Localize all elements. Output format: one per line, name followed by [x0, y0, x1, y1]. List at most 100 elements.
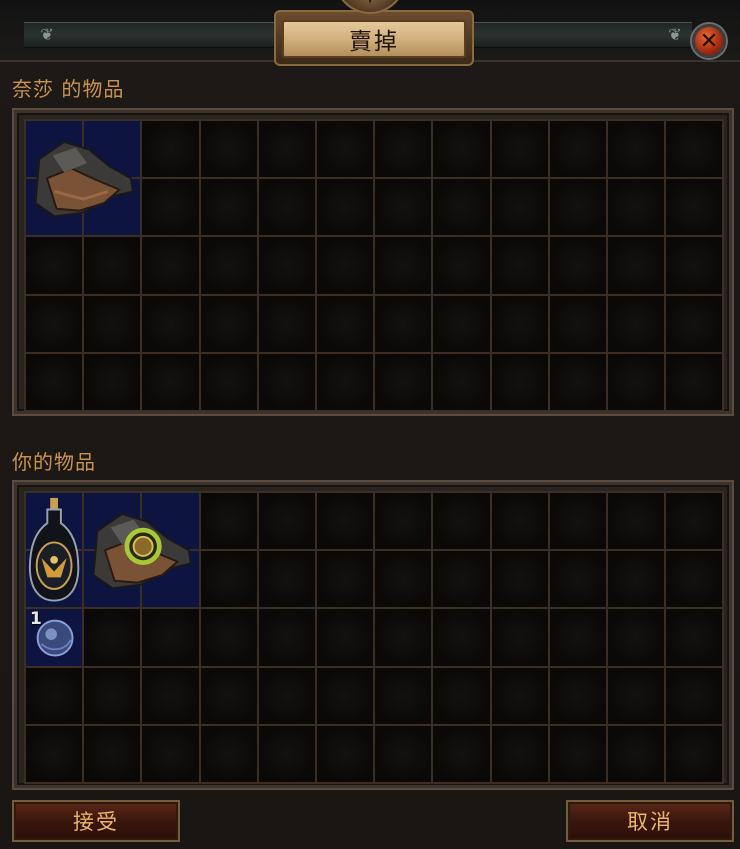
inventory-slot[interactable] [374, 236, 433, 295]
inventory-slot[interactable] [315, 294, 375, 353]
inventory-slot[interactable] [199, 236, 258, 295]
accept-button[interactable]: 接受 [12, 800, 180, 842]
inventory-slot[interactable] [432, 666, 491, 725]
inventory-slot[interactable] [199, 294, 258, 353]
inventory-slot[interactable] [548, 550, 607, 609]
inventory-slot[interactable] [432, 178, 491, 237]
inventory-slot[interactable] [606, 724, 666, 783]
inventory-slot[interactable] [548, 120, 607, 179]
inventory-slot[interactable] [665, 550, 724, 609]
boots-icon[interactable] [26, 121, 140, 235]
inventory-slot[interactable] [374, 550, 433, 609]
cancel-button[interactable]: 取消 [566, 800, 734, 842]
inventory-slot[interactable] [25, 236, 84, 295]
inventory-slot[interactable] [199, 352, 258, 411]
inventory-slot[interactable] [665, 492, 724, 551]
inventory-slot[interactable] [257, 492, 316, 551]
inventory-slot[interactable] [606, 352, 666, 411]
inventory-slot[interactable] [257, 724, 316, 783]
inventory-slot[interactable] [199, 724, 258, 783]
inventory-slot[interactable] [606, 120, 666, 179]
inventory-slot[interactable] [315, 492, 375, 551]
inventory-slot[interactable] [374, 294, 433, 353]
inventory-slot[interactable] [83, 724, 142, 783]
inventory-slot[interactable] [606, 294, 666, 353]
inventory-slot[interactable] [374, 724, 433, 783]
inventory-slot[interactable] [432, 294, 491, 353]
inventory-slot[interactable] [432, 120, 491, 179]
inventory-slot[interactable] [199, 120, 258, 179]
inventory-slot[interactable] [315, 724, 375, 783]
inventory-slot[interactable] [141, 352, 200, 411]
inventory-slot[interactable] [665, 178, 724, 237]
inventory-slot[interactable] [141, 178, 200, 237]
inventory-slot[interactable] [315, 236, 375, 295]
inventory-slot[interactable] [83, 294, 142, 353]
inventory-slot[interactable] [432, 352, 491, 411]
inventory-slot[interactable] [548, 236, 607, 295]
inventory-slot[interactable] [432, 608, 491, 667]
inventory-slot[interactable] [606, 178, 666, 237]
close-button[interactable]: ✕ [692, 24, 726, 58]
inventory-slot[interactable] [432, 236, 491, 295]
inventory-slot[interactable] [490, 236, 549, 295]
inventory-slot[interactable] [665, 352, 724, 411]
inventory-slot[interactable] [315, 120, 375, 179]
inventory-slot[interactable] [490, 120, 549, 179]
inventory-slot[interactable] [257, 352, 316, 411]
inventory-slot[interactable] [83, 666, 142, 725]
inventory-slot[interactable] [257, 120, 316, 179]
inventory-slot[interactable] [490, 724, 549, 783]
inventory-slot[interactable] [25, 666, 84, 725]
inventory-slot[interactable] [490, 492, 549, 551]
inventory-slot[interactable] [315, 608, 375, 667]
inventory-slot[interactable] [548, 492, 607, 551]
inventory-slot[interactable] [606, 550, 666, 609]
inventory-slot[interactable] [490, 550, 549, 609]
inventory-slot[interactable] [374, 352, 433, 411]
inventory-slot[interactable] [665, 120, 724, 179]
inventory-slot[interactable] [141, 236, 200, 295]
inventory-slot[interactable] [432, 550, 491, 609]
inventory-slot[interactable] [199, 666, 258, 725]
inventory-slot[interactable] [548, 178, 607, 237]
inventory-slot[interactable] [25, 724, 84, 783]
inventory-slot[interactable] [606, 608, 666, 667]
inventory-slot[interactable] [432, 724, 491, 783]
inventory-slot[interactable] [257, 666, 316, 725]
inventory-slot[interactable] [141, 608, 200, 667]
inventory-slot[interactable] [665, 724, 724, 783]
boots-with-ring-icon[interactable] [84, 493, 198, 607]
inventory-slot[interactable] [141, 666, 200, 725]
inventory-slot[interactable] [257, 236, 316, 295]
inventory-slot[interactable] [83, 352, 142, 411]
inventory-slot[interactable] [606, 666, 666, 725]
inventory-slot[interactable] [665, 236, 724, 295]
inventory-slot[interactable] [548, 724, 607, 783]
inventory-slot[interactable] [665, 608, 724, 667]
inventory-slot[interactable] [606, 236, 666, 295]
inventory-slot[interactable] [83, 608, 142, 667]
inventory-slot[interactable] [25, 294, 84, 353]
inventory-slot[interactable] [490, 178, 549, 237]
inventory-slot[interactable] [199, 492, 258, 551]
inventory-slot[interactable] [257, 178, 316, 237]
inventory-slot[interactable] [374, 608, 433, 667]
inventory-slot[interactable] [665, 294, 724, 353]
inventory-slot[interactable] [141, 294, 200, 353]
inventory-slot[interactable] [257, 294, 316, 353]
inventory-slot[interactable] [25, 352, 84, 411]
inventory-slot[interactable] [315, 550, 375, 609]
inventory-slot[interactable] [548, 352, 607, 411]
inventory-slot[interactable] [665, 666, 724, 725]
inventory-slot[interactable] [141, 120, 200, 179]
inventory-slot[interactable] [490, 608, 549, 667]
inventory-slot[interactable] [374, 492, 433, 551]
inventory-slot[interactable] [315, 666, 375, 725]
inventory-slot[interactable] [315, 178, 375, 237]
inventory-slot[interactable] [141, 724, 200, 783]
inventory-slot[interactable] [199, 608, 258, 667]
inventory-slot[interactable] [490, 352, 549, 411]
orb-icon[interactable]: 1 [26, 609, 82, 665]
inventory-slot[interactable] [374, 120, 433, 179]
